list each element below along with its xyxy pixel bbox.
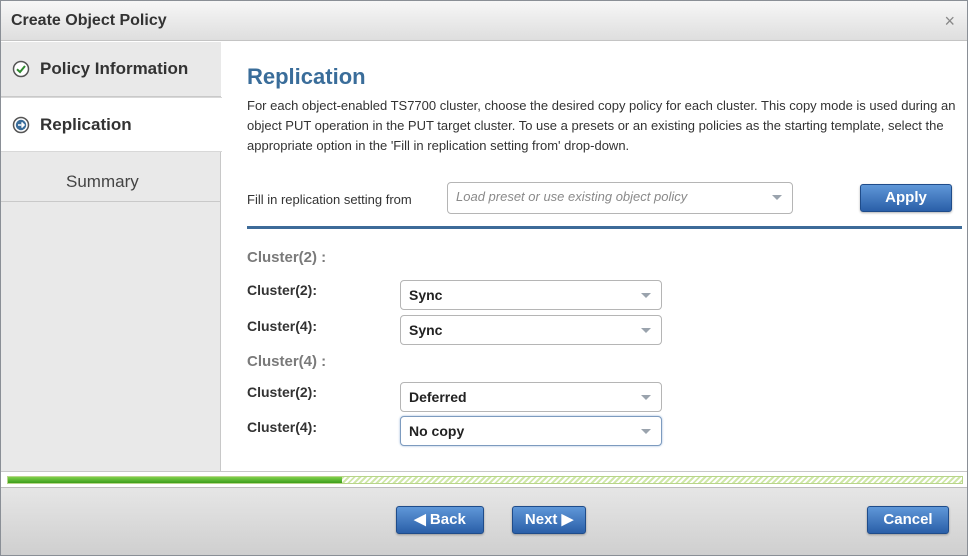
- copy-mode-value: No copy: [409, 423, 465, 439]
- sidebar-step-summary[interactable]: Summary: [1, 152, 221, 202]
- fill-setting-placeholder: Load preset or use existing object polic…: [456, 189, 688, 204]
- sidebar-step-label: Policy Information: [40, 59, 189, 78]
- chevron-down-icon: [641, 328, 651, 333]
- sidebar-step-policy-information[interactable]: Policy Information: [1, 42, 221, 97]
- close-icon[interactable]: ×: [944, 11, 955, 32]
- checkmark-circle-icon: [12, 60, 30, 78]
- cluster-row-label: Cluster(4):: [247, 419, 318, 435]
- dialog-titlebar: Create Object Policy ×: [1, 1, 967, 41]
- back-button[interactable]: ◀ Back: [396, 506, 484, 534]
- section-divider: [247, 226, 962, 229]
- copy-mode-dropdown[interactable]: Sync: [400, 280, 662, 310]
- chevron-down-icon: [641, 293, 651, 298]
- copy-mode-value: Sync: [409, 322, 443, 338]
- next-button[interactable]: Next ▶: [512, 506, 586, 534]
- cluster-group-title: Cluster(2) :: [247, 249, 327, 266]
- apply-button[interactable]: Apply: [860, 184, 952, 212]
- progress-fill: [8, 477, 342, 483]
- copy-mode-dropdown[interactable]: Sync: [400, 315, 662, 345]
- page-title: Replication: [247, 64, 366, 89]
- arrow-right-circle-icon: [12, 116, 30, 133]
- dialog-footer: ◀ Back Next ▶ Cancel: [1, 487, 967, 555]
- cancel-button[interactable]: Cancel: [867, 506, 949, 534]
- replication-panel: Replication For each object-enabled TS77…: [222, 42, 967, 471]
- page-description: For each object-enabled TS7700 cluster, …: [247, 98, 956, 153]
- cluster-row-label: Cluster(2):: [247, 384, 318, 400]
- copy-mode-value: Deferred: [409, 389, 467, 405]
- chevron-down-icon: [772, 195, 782, 200]
- progress-track: [7, 476, 963, 484]
- copy-mode-value: Sync: [409, 287, 443, 303]
- sidebar-step-replication[interactable]: Replication: [1, 97, 222, 152]
- cluster-row-label: Cluster(2):: [247, 282, 318, 298]
- wizard-sidebar: Policy Information Replication Summary: [1, 42, 222, 471]
- sidebar-step-label: Summary: [66, 172, 139, 191]
- cluster-row-label: Cluster(4):: [247, 318, 318, 334]
- wizard-progress: [1, 471, 967, 487]
- chevron-down-icon: [641, 395, 651, 400]
- fill-setting-dropdown[interactable]: Load preset or use existing object polic…: [447, 182, 793, 214]
- chevron-down-icon: [641, 429, 651, 434]
- fill-setting-label: Fill in replication setting from: [247, 192, 412, 207]
- dialog-title: Create Object Policy: [11, 12, 167, 29]
- sidebar-step-label: Replication: [40, 114, 132, 134]
- copy-mode-dropdown[interactable]: No copy: [400, 416, 662, 446]
- cluster-group-title: Cluster(4) :: [247, 353, 327, 370]
- create-object-policy-dialog: Create Object Policy × Policy Informatio…: [0, 0, 968, 556]
- copy-mode-dropdown[interactable]: Deferred: [400, 382, 662, 412]
